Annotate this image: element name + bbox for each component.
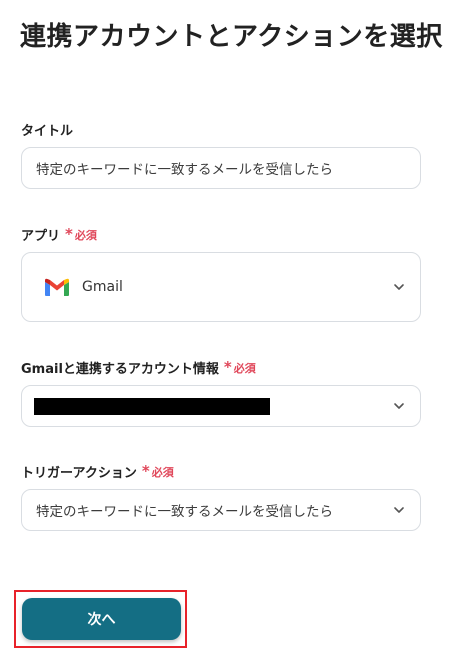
- trigger-label-text: トリガーアクション: [21, 466, 137, 481]
- required-asterisk-icon: *: [223, 358, 232, 376]
- title-label-text: タイトル: [21, 124, 74, 139]
- gmail-logo-icon: [45, 278, 69, 296]
- app-select[interactable]: Gmail: [21, 252, 421, 322]
- app-select-value: Gmail: [82, 279, 123, 295]
- required-badge: 必須: [151, 465, 174, 479]
- chevron-down-icon: [394, 403, 404, 409]
- account-field-label: Gmailと連携するアカウント情報 * 必須: [21, 358, 256, 378]
- page-title: 連携アカウントとアクションを選択: [20, 22, 443, 52]
- trigger-action-select[interactable]: 特定のキーワードに一致するメールを受信したら: [21, 489, 421, 531]
- title-input[interactable]: 特定のキーワードに一致するメールを受信したら: [21, 147, 421, 189]
- required-badge: 必須: [233, 361, 256, 375]
- trigger-select-value: 特定のキーワードに一致するメールを受信したら: [36, 504, 333, 520]
- page: 連携アカウントとアクションを選択 タイトル 特定のキーワードに一致するメールを受…: [0, 0, 466, 667]
- trigger-field-label: トリガーアクション * 必須: [21, 462, 174, 482]
- next-button[interactable]: 次へ: [22, 598, 181, 640]
- required-asterisk-icon: *: [141, 462, 150, 480]
- next-button-highlight: 次へ: [14, 590, 187, 648]
- account-label-text: Gmailと連携するアカウント情報: [21, 362, 219, 377]
- app-label-text: アプリ: [21, 229, 61, 244]
- required-badge: 必須: [74, 228, 97, 242]
- chevron-down-icon: [394, 284, 404, 290]
- chevron-down-icon: [394, 507, 404, 513]
- title-field-label: タイトル: [21, 120, 73, 139]
- account-select[interactable]: [21, 385, 421, 427]
- redacted-account-value: [34, 398, 270, 415]
- app-field-label: アプリ * 必須: [21, 225, 97, 245]
- title-input-value: 特定のキーワードに一致するメールを受信したら: [36, 162, 333, 178]
- required-asterisk-icon: *: [65, 225, 73, 243]
